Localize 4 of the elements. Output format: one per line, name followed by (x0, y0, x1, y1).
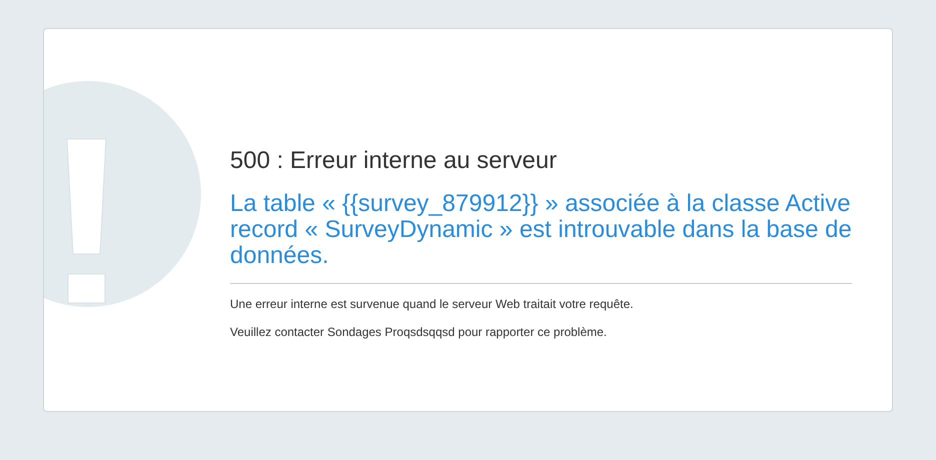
error-detail: Veuillez contacter Sondages Proqsdsqqsd pour rapporter ce problème. (230, 324, 608, 340)
error-title: 500 : Erreur interne au serveur (230, 146, 558, 176)
error-detail: Une erreur interne est survenue quand le serveur Web traitait votre requête. (230, 296, 634, 312)
error-message: La table « {{survey_879912}} » associée à la classe Active record « SurveyDynamic » est introuvable dans la base de données. (230, 191, 852, 269)
